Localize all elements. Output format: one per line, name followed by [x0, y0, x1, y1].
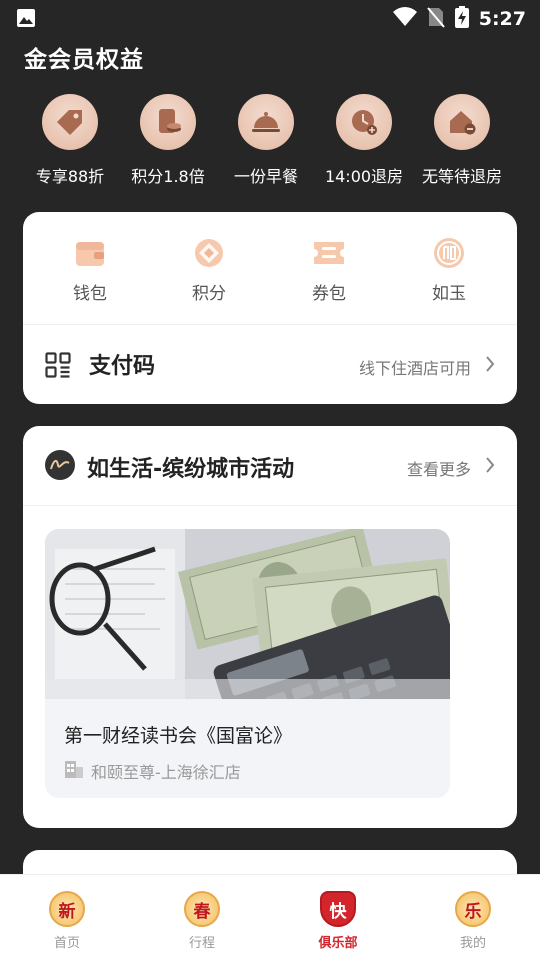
nav-label: 行程 [188, 936, 215, 951]
paycode-row[interactable]: 支付码 线下住酒店可用 [23, 325, 517, 404]
battery-charging-icon [454, 6, 469, 32]
discount-tag-icon [42, 94, 98, 150]
event-title: 第一财经读书会《国富论》 [64, 725, 293, 747]
nav-label: 我的 [459, 936, 486, 951]
club-festive-icon: 快 [320, 891, 356, 927]
nav-home[interactable]: 新 首页 [17, 891, 117, 951]
benefit-breakfast[interactable]: 一份早餐 [217, 94, 315, 187]
event-image [45, 529, 450, 699]
chevron-right-icon [485, 356, 495, 376]
late-checkout-clock-icon [336, 94, 392, 150]
event-location: 和颐至尊-上海徐汇店 [91, 763, 241, 782]
paycode-title: 支付码 [89, 354, 156, 379]
wallet-label: 钱包 [73, 284, 107, 304]
express-checkout-house-icon [434, 94, 490, 150]
activity-card: 如生活-缤纷城市活动 查看更多 第一财经读书会《国富论》 和颐至尊-上海徐汇店 [23, 426, 517, 828]
benefit-label: 14:00退房 [324, 167, 404, 186]
paycode-hint: 线下住酒店可用 [358, 359, 471, 378]
benefit-label: 积分1.8倍 [131, 167, 205, 186]
wallet-card: 钱包 积分 券包 如玉 支付码 线下住酒店可用 [23, 212, 517, 404]
profile-festive-icon: 乐 [455, 891, 491, 927]
image-notification-icon [16, 8, 36, 32]
benefit-label: 一份早餐 [233, 167, 298, 186]
home-festive-icon: 新 [49, 891, 85, 927]
breakfast-cloche-icon [238, 94, 294, 150]
activity-title: 如生活-缤纷城市活动 [87, 457, 295, 482]
benefit-discount[interactable]: 专享88折 [21, 94, 119, 187]
qr-code-icon [45, 352, 71, 382]
ru-life-logo-icon [45, 450, 75, 480]
event-card[interactable]: 第一财经读书会《国富论》 和颐至尊-上海徐汇店 [45, 529, 450, 798]
wallet-row: 钱包 积分 券包 如玉 [23, 236, 517, 316]
bottom-nav: 新 首页 春 行程 快 俱乐部 乐 我的 [0, 874, 540, 960]
nav-profile[interactable]: 乐 我的 [423, 891, 523, 951]
points-label: 积分 [192, 284, 226, 304]
page-title: 金会员权益 [24, 47, 144, 73]
points-icon [192, 236, 226, 270]
nav-label: 首页 [53, 936, 80, 951]
building-icon [64, 759, 84, 783]
ruyu-item[interactable]: 如玉 [404, 236, 494, 304]
nav-label: 俱乐部 [318, 936, 358, 951]
benefit-late-checkout[interactable]: 14:00退房 [315, 94, 413, 187]
chevron-right-icon[interactable] [485, 457, 495, 477]
coupon-item[interactable]: 券包 [284, 236, 374, 304]
activity-header: 如生活-缤纷城市活动 查看更多 [23, 426, 517, 506]
wifi-icon [392, 7, 417, 31]
points-card-icon [140, 94, 196, 150]
status-time: 5:27 [478, 8, 526, 30]
wallet-item[interactable]: 钱包 [45, 236, 135, 304]
nav-trips[interactable]: 春 行程 [152, 891, 252, 951]
no-sim-icon [426, 6, 445, 32]
wallet-icon [73, 236, 107, 270]
benefit-label: 专享88折 [35, 167, 105, 186]
benefit-points[interactable]: 积分1.8倍 [119, 94, 217, 187]
ruyu-label: 如玉 [432, 284, 466, 304]
nav-club[interactable]: 快 俱乐部 [288, 891, 388, 951]
see-more-link[interactable]: 查看更多 [407, 456, 471, 480]
status-bar: 5:27 [0, 0, 540, 36]
coupon-icon [312, 236, 346, 270]
benefits-row: 专享88折 积分1.8倍 一份早餐 14:00退房 无等待退房 [0, 94, 540, 194]
benefit-express-checkout[interactable]: 无等待退房 [413, 94, 511, 187]
points-item[interactable]: 积分 [164, 236, 254, 304]
coupon-label: 券包 [312, 284, 346, 304]
benefit-label: 无等待退房 [421, 167, 502, 186]
ruyu-icon [432, 236, 466, 270]
trips-festive-icon: 春 [184, 891, 220, 927]
